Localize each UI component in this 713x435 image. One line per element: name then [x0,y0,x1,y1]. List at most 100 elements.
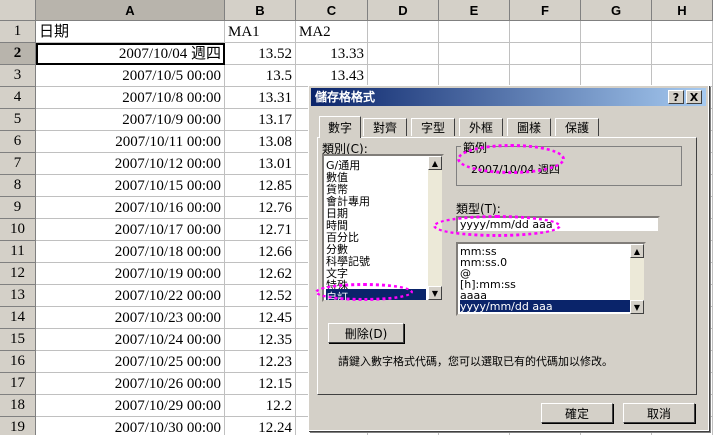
cell-a17[interactable]: 2007/10/26 00:00 [36,373,225,395]
ok-button[interactable]: 確定 [541,403,613,423]
row-header[interactable]: 4 [0,87,36,109]
cell-b17[interactable]: 12.15 [225,373,296,395]
cell-a15[interactable]: 2007/10/24 00:00 [36,329,225,351]
column-header-g[interactable]: G [581,0,652,21]
cell-a6[interactable]: 2007/10/11 00:00 [36,131,225,153]
cell-c1[interactable]: MA2 [296,21,368,43]
tab-protection[interactable]: 保護 [555,118,599,136]
scroll-down-icon[interactable]: ▼ [630,300,644,314]
row-header[interactable]: 14 [0,307,36,329]
column-header-b[interactable]: B [225,0,296,21]
cell-a2[interactable]: 2007/10/04 週四 [36,43,225,65]
tab-number[interactable]: 數字 [319,116,361,138]
category-item[interactable]: 會計專用 [326,193,426,208]
cell-g1[interactable] [581,21,652,43]
cell-a10[interactable]: 2007/10/17 00:00 [36,219,225,241]
cell-f3[interactable] [510,65,581,87]
cell-e1[interactable] [439,21,510,43]
cell-b4[interactable]: 13.31 [225,87,296,109]
dialog-titlebar[interactable]: 儲存格格式 ? X [311,88,706,106]
cell-a5[interactable]: 2007/10/9 00:00 [36,109,225,131]
category-item[interactable]: 貨幣 [326,181,426,196]
row-header[interactable]: 19 [0,417,36,435]
cell-b8[interactable]: 12.85 [225,175,296,197]
cell-b10[interactable]: 12.71 [225,219,296,241]
row-header[interactable]: 11 [0,241,36,263]
row-header[interactable]: 10 [0,219,36,241]
cell-a7[interactable]: 2007/10/12 00:00 [36,153,225,175]
cell-d2[interactable] [368,43,439,65]
cell-f1[interactable] [510,21,581,43]
cell-b11[interactable]: 12.66 [225,241,296,263]
cell-f2[interactable] [510,43,581,65]
help-button[interactable]: ? [668,90,684,104]
category-item[interactable]: 文字 [326,265,426,280]
cell-a12[interactable]: 2007/10/19 00:00 [36,263,225,285]
cell-d3[interactable] [368,65,439,87]
category-item[interactable]: 科學記號 [326,253,426,268]
cell-h2[interactable] [652,43,713,65]
row-header[interactable]: 2 [0,43,36,65]
cell-a8[interactable]: 2007/10/15 00:00 [36,175,225,197]
row-header[interactable]: 8 [0,175,36,197]
category-item[interactable]: 日期 [326,205,426,220]
category-item[interactable]: 分數 [326,241,426,256]
row-header[interactable]: 18 [0,395,36,417]
category-scrollbar[interactable]: ▲ ▼ [428,156,442,300]
cell-c2[interactable]: 13.33 [296,43,368,65]
scroll-up-icon[interactable]: ▲ [428,156,442,170]
scroll-down-icon[interactable]: ▼ [428,286,442,300]
category-item[interactable]: 時間 [326,217,426,232]
category-item[interactable]: 特殊 [326,277,426,292]
row-header[interactable]: 15 [0,329,36,351]
tab-alignment[interactable]: 對齊 [363,118,407,136]
category-item[interactable]: 百分比 [326,229,426,244]
cell-b3[interactable]: 13.5 [225,65,296,87]
cell-a19[interactable]: 2007/10/30 00:00 [36,417,225,435]
cell-e3[interactable] [439,65,510,87]
cancel-button[interactable]: 取消 [623,403,695,423]
tab-patterns[interactable]: 圖樣 [507,118,551,136]
cell-h1[interactable] [652,21,713,43]
tab-font[interactable]: 字型 [411,118,455,136]
category-listbox[interactable]: G/通用 數值 貨幣 會計專用 日期 時間 百分比 分數 科學記號 文字 特殊 自訂 ▲ ▼ [322,154,444,302]
column-header-h[interactable]: H [652,0,713,21]
column-header-f[interactable]: F [510,0,581,21]
row-header[interactable]: 5 [0,109,36,131]
type-listbox[interactable]: mm:ss mm:ss.0 @ [h]:mm:ss aaaa yyyy/mm/dd aaa… [456,242,646,316]
cell-a18[interactable]: 2007/10/29 00:00 [36,395,225,417]
row-header[interactable]: 1 [0,21,36,43]
cell-b19[interactable]: 12.24 [225,417,296,435]
cell-b6[interactable]: 13.08 [225,131,296,153]
cell-a13[interactable]: 2007/10/22 00:00 [36,285,225,307]
cell-a1[interactable]: 日期 [36,21,225,43]
cell-h3[interactable] [652,65,713,87]
cell-e2[interactable] [439,43,510,65]
cell-b7[interactable]: 13.01 [225,153,296,175]
cell-b18[interactable]: 12.2 [225,395,296,417]
row-header[interactable]: 17 [0,373,36,395]
cell-a16[interactable]: 2007/10/25 00:00 [36,351,225,373]
row-header[interactable]: 12 [0,263,36,285]
cell-a14[interactable]: 2007/10/23 00:00 [36,307,225,329]
cell-g3[interactable] [581,65,652,87]
type-input[interactable]: yyyy/mm/dd aaa [456,216,660,233]
cell-b13[interactable]: 12.52 [225,285,296,307]
cell-g2[interactable] [581,43,652,65]
select-all-corner[interactable] [0,0,36,21]
column-header-c[interactable]: C [296,0,368,21]
cell-d1[interactable] [368,21,439,43]
cell-b9[interactable]: 12.76 [225,197,296,219]
row-header[interactable]: 16 [0,351,36,373]
cell-b5[interactable]: 13.17 [225,109,296,131]
cell-a11[interactable]: 2007/10/18 00:00 [36,241,225,263]
cell-b1[interactable]: MA1 [225,21,296,43]
category-item[interactable]: G/通用 [326,157,426,172]
category-item[interactable]: 數值 [326,169,426,184]
tab-border[interactable]: 外框 [459,118,503,136]
row-header[interactable]: 7 [0,153,36,175]
cell-b2[interactable]: 13.52 [225,43,296,65]
row-header[interactable]: 13 [0,285,36,307]
column-header-a[interactable]: A [36,0,225,21]
cell-b15[interactable]: 12.35 [225,329,296,351]
